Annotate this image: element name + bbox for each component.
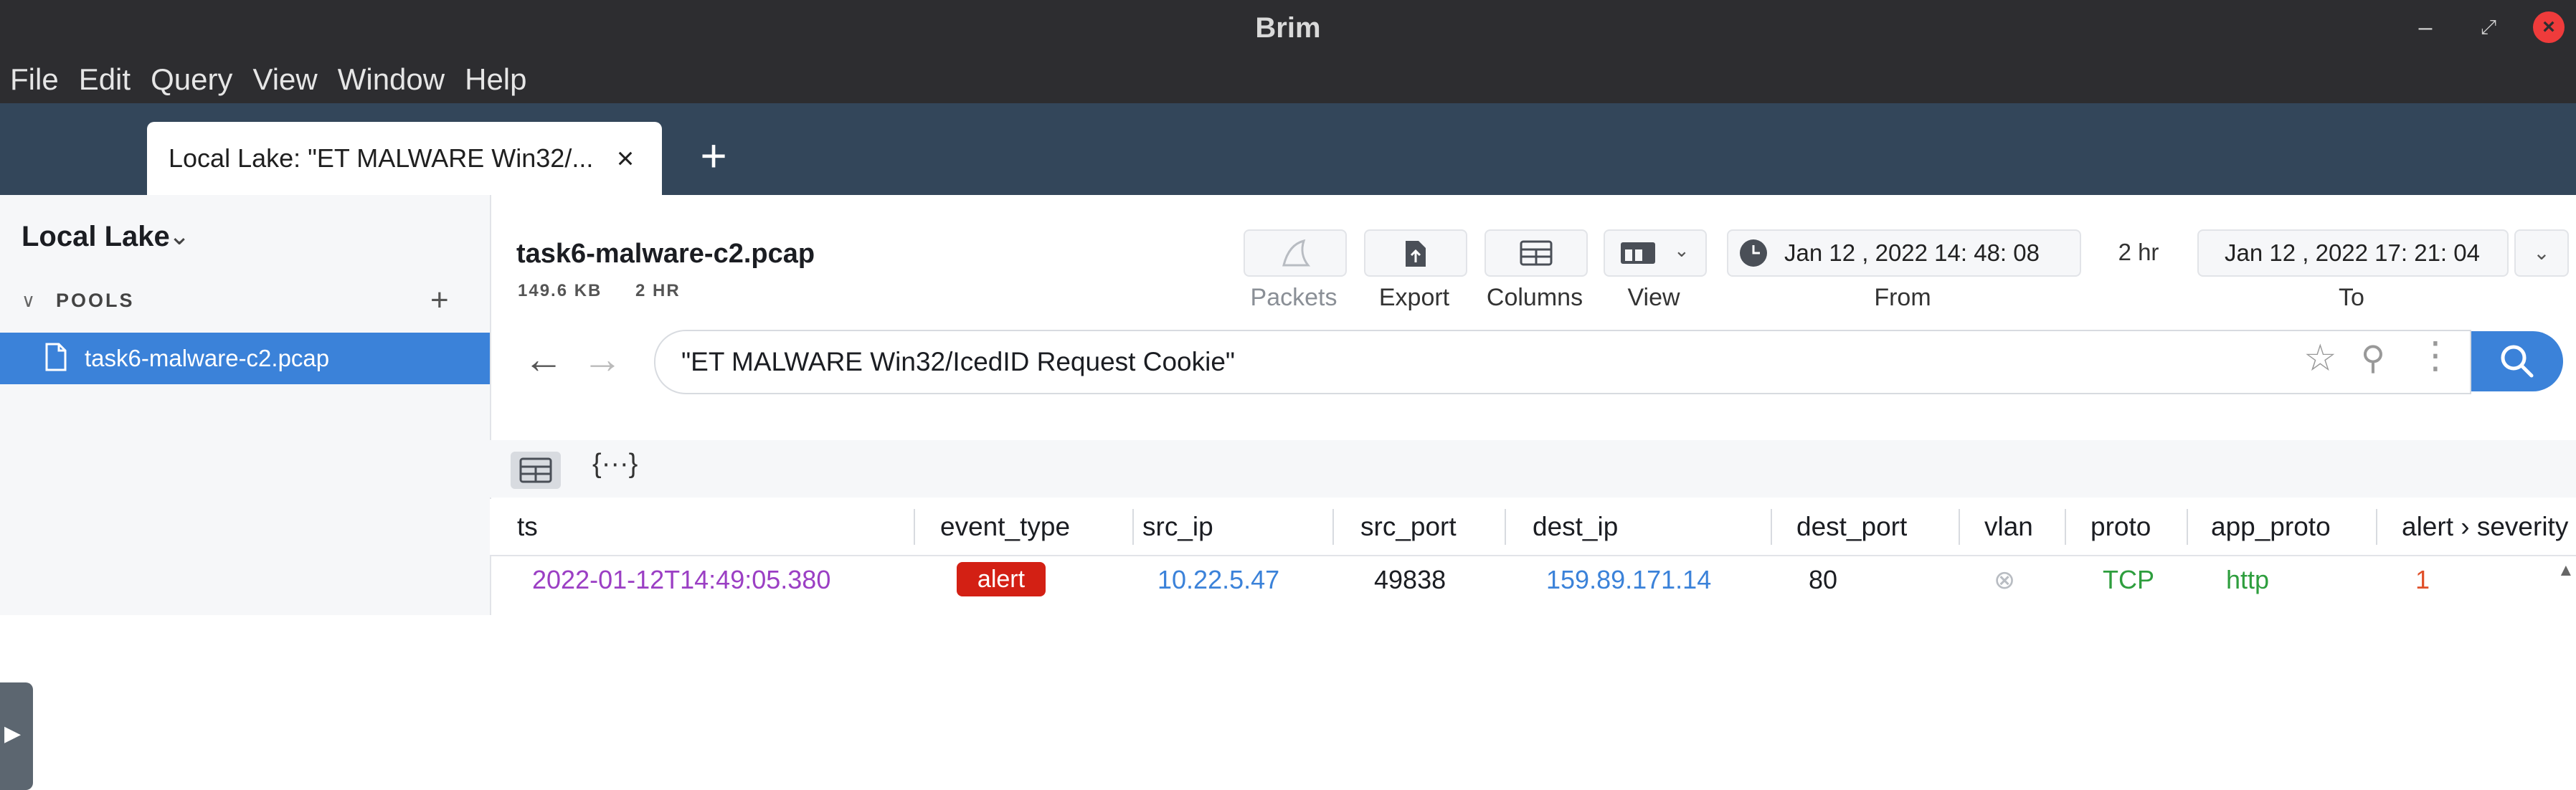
back-arrow-icon[interactable]: ← [524,335,564,382]
table-header: ts event_type src_ip src_port dest_ip de… [490,499,2576,556]
tab-label: Local Lake: "ET MALWARE Win32/... [169,143,594,173]
close-window-button[interactable]: × [2533,11,2565,43]
column-divider[interactable] [1959,509,1960,545]
column-divider[interactable] [914,509,915,545]
search-query: "ET MALWARE Win32/IcedID Request Cookie" [681,347,1236,376]
column-header-src-port[interactable]: src_port [1360,499,1457,555]
column-header-proto[interactable]: proto [2090,499,2151,555]
column-divider[interactable] [2187,509,2188,545]
restore-button[interactable]: ⤢ [2473,11,2504,43]
more-options-icon[interactable]: ⋮ [2417,334,2454,377]
sidebar-drag-handle[interactable]: ▶ [0,682,33,790]
columns-label: Columns [1486,284,1583,311]
from-label: From [1874,284,1931,311]
to-time-value: Jan 12 , 2022 17: 21: 04 [2225,239,2480,266]
new-tab-button[interactable]: + [688,130,739,181]
column-divider[interactable] [1332,509,1334,545]
column-divider[interactable] [2065,509,2066,545]
search-icon [2501,345,2534,378]
column-header-dest-ip[interactable]: dest_ip [1533,499,1618,555]
json-view-toggle[interactable]: {···} [592,449,638,480]
pin-icon[interactable]: ⚲ [2361,338,2385,377]
column-header-ts[interactable]: ts [517,499,538,555]
column-header-dest-port[interactable]: dest_port [1796,499,1907,555]
column-divider[interactable] [1132,509,1134,545]
add-pool-button[interactable]: + [430,282,449,318]
pools-collapse-icon[interactable]: ∨ [22,290,35,312]
column-divider[interactable] [1771,509,1772,545]
pool-span: 2 HR [635,281,681,300]
tab-local-lake[interactable]: Local Lake: "ET MALWARE Win32/... × [147,122,662,195]
cell-dest-port[interactable]: 80 [1809,562,1837,598]
menu-window[interactable]: Window [328,56,455,103]
layout-icon [1621,242,1655,264]
menu-edit[interactable]: Edit [69,56,141,103]
pool-size: 149.6 KB [518,281,602,300]
packets-label: Packets [1250,284,1337,311]
chevron-down-icon[interactable]: ⌄ [169,221,190,251]
star-icon[interactable]: ☆ [2303,337,2337,380]
results-toolbar [490,440,2576,498]
to-label: To [2339,284,2364,311]
cell-proto[interactable]: TCP [2103,562,2154,598]
menu-help[interactable]: Help [455,56,536,103]
column-header-src-ip[interactable]: src_ip [1142,499,1213,555]
column-header-vlan[interactable]: vlan [1984,499,2033,555]
export-button[interactable] [1364,229,1467,277]
view-chevron-icon: ⌄ [1674,239,1690,261]
cell-src-port[interactable]: 49838 [1374,562,1446,598]
column-header-alert-severity[interactable]: alert › severity [2402,499,2568,555]
time-range-dropdown[interactable]: ⌄ [2514,229,2569,277]
menu-view[interactable]: View [242,56,327,103]
search-button[interactable] [2471,331,2563,391]
columns-button[interactable] [1484,229,1588,277]
export-label: Export [1378,284,1450,311]
shark-fin-icon [1282,239,1311,267]
view-button[interactable]: ⌄ [1604,229,1707,277]
cell-event-type-badge[interactable]: alert [957,562,1046,596]
packets-button[interactable] [1244,229,1347,277]
time-span: 2 hr [2118,239,2159,265]
pool-name: task6-malware-c2.pcap [85,345,330,371]
sidebar: Local Lake ⌄ ∨ POOLS + task6-malware-c2.… [0,195,491,790]
view-label: View [1627,284,1680,311]
file-icon [45,343,67,371]
lake-selector[interactable]: Local Lake [22,221,170,253]
menu-file[interactable]: File [0,56,69,103]
menu-query[interactable]: Query [141,56,242,103]
forward-arrow-icon[interactable]: → [582,335,622,382]
table-icon [1520,240,1553,266]
play-icon: ▶ [4,722,22,746]
column-header-app-proto[interactable]: app_proto [2211,499,2331,555]
search-input[interactable]: "ET MALWARE Win32/IcedID Request Cookie" [654,330,2471,394]
pool-title: task6-malware-c2.pcap [516,239,815,269]
pools-heading: POOLS [56,290,135,311]
table-view-toggle[interactable] [511,452,561,489]
sidebar-item-pool[interactable]: task6-malware-c2.pcap [0,333,490,384]
cell-vlan-null-icon[interactable]: ⊗ [1994,562,2015,598]
cell-ts[interactable]: 2022-01-12T14:49:05.380 [532,562,830,598]
tab-close-icon[interactable]: × [606,139,645,178]
column-divider[interactable] [1505,509,1506,545]
clock-icon [1740,239,1767,267]
from-time-picker[interactable]: Jan 12 , 2022 14: 48: 08 [1727,229,2081,277]
column-divider[interactable] [2376,509,2377,545]
minimize-button[interactable]: – [2410,11,2441,43]
app-title: Brim [1255,12,1321,44]
cell-severity[interactable]: 1 [2415,562,2430,598]
column-header-event-type[interactable]: event_type [940,499,1070,555]
from-time-value: Jan 12 , 2022 14: 48: 08 [1784,239,2040,266]
table-icon [519,457,552,483]
cell-src-ip[interactable]: 10.22.5.47 [1157,562,1279,598]
menu-bar: File Edit Query View Window Help [0,56,537,103]
scroll-up-icon[interactable]: ▲ [2557,561,2575,581]
cell-app-proto[interactable]: http [2226,562,2269,598]
cell-dest-ip[interactable]: 159.89.171.14 [1546,562,1711,598]
to-time-picker[interactable]: Jan 12 , 2022 17: 21: 04 [2197,229,2509,277]
export-icon [1406,241,1426,267]
